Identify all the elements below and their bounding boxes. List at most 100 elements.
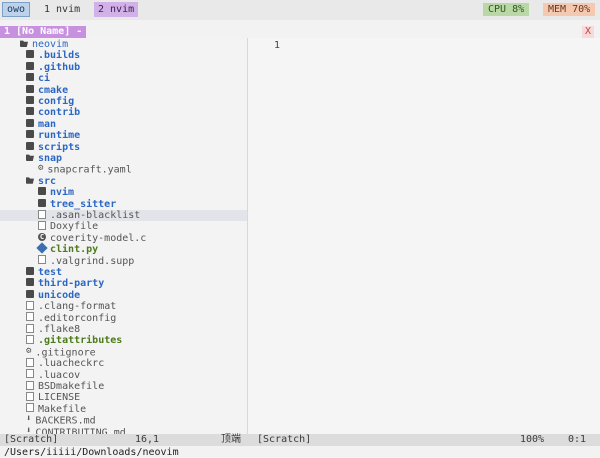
file-icon	[26, 312, 34, 322]
tree-row[interactable]: test	[0, 267, 247, 278]
tree-row[interactable]: src	[0, 176, 247, 187]
tree-row[interactable]: runtime	[0, 130, 247, 141]
folder-icon	[26, 84, 34, 93]
tree-row[interactable]: ⚙ .gitignore	[0, 345, 247, 359]
folder-icon	[26, 130, 34, 139]
tree-row[interactable]: contrib	[0, 107, 247, 118]
markdown-file-icon: ⬇	[26, 425, 32, 434]
tree-row[interactable]: unicode	[0, 289, 247, 301]
folder-icon	[26, 289, 34, 298]
tree-item-label: Makefile	[38, 403, 87, 415]
folder-icon	[26, 118, 34, 127]
right-buffer-name: [Scratch]	[257, 434, 312, 445]
tree-item-label: .gitignore	[35, 347, 96, 359]
tree-row[interactable]: .gitattributes	[0, 334, 247, 347]
tree-row[interactable]: scripts	[0, 141, 247, 153]
workspace-tab-2[interactable]: 2 nvim	[94, 2, 139, 17]
file-icon	[38, 255, 46, 265]
tree-item-label: snap	[38, 153, 63, 164]
status-line: [Scratch] 16,1 顶端 [Scratch] 100% 0:1	[0, 434, 600, 446]
file-icon	[26, 357, 34, 367]
tree-item-label: .builds	[38, 50, 81, 62]
tree-row[interactable]: .clang-format	[0, 300, 247, 312]
command-line[interactable]: /Users/iiiii/Downloads/neovim	[4, 447, 179, 458]
tree-row[interactable]: .luacheckrc	[0, 357, 247, 370]
file-icon	[26, 403, 34, 413]
tree-row[interactable]: tree_sitter	[0, 198, 247, 210]
tree-row[interactable]: .luacov	[0, 369, 247, 381]
tree-row[interactable]: .valgrind.supp	[0, 255, 247, 267]
tree-row[interactable]: ⚙ snapcraft.yaml	[0, 163, 247, 176]
tree-row[interactable]: .flake8	[0, 323, 247, 335]
tree-row[interactable]: neovim	[0, 39, 247, 50]
folder-icon	[38, 198, 46, 207]
file-icon	[26, 334, 34, 344]
gear-icon: ⚙	[38, 163, 44, 174]
tree-row[interactable]: Makefile	[0, 403, 247, 415]
tree-row[interactable]: .github	[0, 61, 247, 73]
tree-item-label: .luacov	[38, 369, 81, 381]
tree-row[interactable]: config	[0, 96, 247, 107]
tree-item-label: coverity-model.c	[50, 232, 147, 244]
tree-item-label: contrib	[38, 107, 81, 119]
tree-item-label: Doxyfile	[50, 221, 99, 233]
tree-row[interactable]: nvim	[0, 187, 247, 198]
tree-item-label: cmake	[38, 84, 69, 96]
tree-row[interactable]: .builds	[0, 50, 247, 61]
folder-open-icon	[26, 154, 34, 161]
tree-item-label: BSDmakefile	[38, 381, 105, 392]
tree-item-label: config	[38, 96, 75, 107]
close-tab-button[interactable]: X	[581, 26, 594, 38]
file-icon	[26, 391, 34, 401]
file-tree[interactable]: neovim .builds .github ci cmake config contrib…	[0, 38, 248, 434]
line-number: 1	[274, 40, 281, 51]
tree-row[interactable]: clint.py	[0, 242, 247, 256]
file-icon	[26, 380, 34, 390]
tree-row[interactable]: Doxyfile	[0, 220, 247, 233]
left-buffer-name: [Scratch]	[4, 434, 59, 445]
tree-row[interactable]: ci	[0, 73, 247, 84]
tree-item-label: neovim	[32, 39, 69, 50]
tree-item-label: .flake8	[38, 324, 81, 335]
c-file-icon: C	[38, 232, 46, 241]
tree-item-label: man	[38, 118, 57, 130]
gear-icon: ⚙	[26, 345, 32, 356]
tree-item-label: .gitattributes	[38, 335, 123, 347]
workspace-tab-1[interactable]: 1 nvim	[40, 2, 84, 17]
left-cursor-position: 16,1	[135, 434, 160, 445]
tree-row[interactable]: ⬇ BACKERS.md	[0, 414, 247, 427]
tree-row[interactable]: LICENSE	[0, 391, 247, 403]
editor-pane[interactable]: 1	[248, 38, 600, 434]
tree-row[interactable]: .asan-blacklist	[0, 209, 247, 222]
right-percent: 100%	[520, 434, 545, 445]
tree-row[interactable]: ⬇ CONTRIBUTING.md	[0, 425, 247, 434]
folder-icon	[26, 107, 34, 116]
tab-no-name[interactable]: 1 [No Name] -	[0, 26, 87, 38]
tree-row[interactable]: BSDmakefile	[0, 380, 247, 392]
tree-item-label: nvim	[50, 187, 75, 199]
tree-row[interactable]: .editorconfig	[0, 312, 247, 324]
folder-icon	[26, 267, 34, 275]
memory-indicator: MEM 70%	[543, 3, 596, 16]
tree-item-label: .editorconfig	[38, 312, 117, 324]
tree-item-label: clint.py	[50, 244, 99, 256]
tree-row[interactable]: Ccoverity-model.c	[0, 232, 247, 244]
tree-row[interactable]: third-party	[0, 278, 247, 289]
tree-row[interactable]: cmake	[0, 84, 247, 96]
tree-item-label: CONTRIBUTING.md	[35, 427, 126, 434]
tree-item-label: src	[38, 175, 57, 187]
folder-open-icon	[26, 177, 34, 184]
tree-item-label: runtime	[38, 130, 81, 142]
tree-item-label: .luacheckrc	[38, 358, 105, 370]
file-icon	[38, 209, 46, 219]
tree-item-label: .valgrind.supp	[50, 255, 135, 267]
folder-icon	[26, 73, 34, 82]
tree-item-label: ci	[38, 73, 51, 85]
tree-item-label: scripts	[38, 141, 81, 153]
workspace-indicator-active[interactable]: owo	[2, 2, 31, 17]
markdown-file-icon: ⬇	[26, 414, 32, 425]
tree-row[interactable]: man	[0, 118, 247, 130]
tree-item-label: unicode	[38, 289, 81, 301]
folder-icon	[26, 141, 34, 150]
folder-icon	[26, 96, 34, 104]
